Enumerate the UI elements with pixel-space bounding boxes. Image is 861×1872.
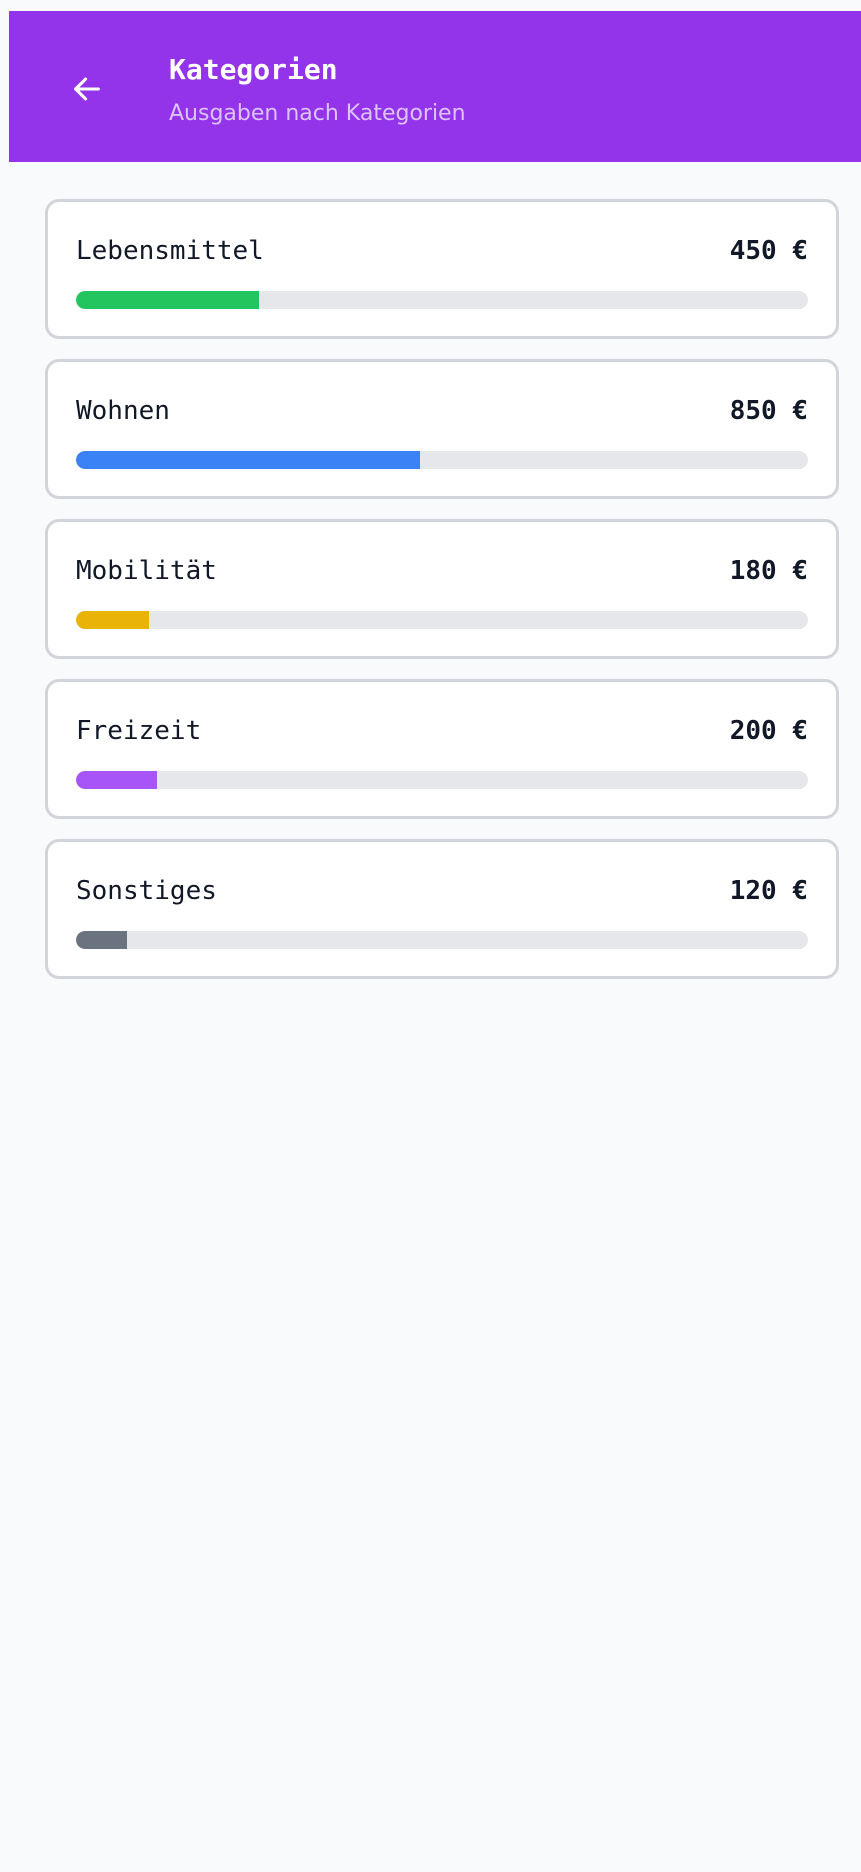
progress-fill [76,611,150,629]
category-name: Wohnen [76,396,170,426]
progress-fill [76,451,421,469]
category-amount: 850 € [729,396,808,426]
category-name: Mobilität [76,556,217,586]
page-subtitle: Ausgaben nach Kategorien [169,101,466,126]
progress-track [76,611,808,629]
category-name: Freizeit [76,716,202,746]
progress-fill [76,931,128,949]
category-name: Sonstiges [76,876,217,906]
progress-track [76,771,808,789]
page-title: Kategorien [169,53,338,86]
category-amount: 120 € [729,876,808,906]
category-card-lebensmittel[interactable]: Lebensmittel 450 € [45,199,839,339]
progress-fill [76,291,259,309]
category-amount: 200 € [729,716,808,746]
category-amount: 180 € [729,556,808,586]
progress-track [76,931,808,949]
progress-track [76,451,808,469]
arrow-left-icon [74,77,100,101]
back-button[interactable] [67,69,107,109]
category-card-wohnen[interactable]: Wohnen 850 € [45,359,839,499]
category-list: Lebensmittel 450 € Wohnen 850 € Mobilitä… [45,199,839,999]
header-bar: Kategorien Ausgaben nach Kategorien [9,11,861,162]
category-card-freizeit[interactable]: Freizeit 200 € [45,679,839,819]
progress-fill [76,771,157,789]
category-card-mobilitaet[interactable]: Mobilität 180 € [45,519,839,659]
progress-track [76,291,808,309]
category-name: Lebensmittel [76,236,264,266]
category-card-sonstiges[interactable]: Sonstiges 120 € [45,839,839,979]
category-amount: 450 € [729,236,808,266]
app-screen: Kategorien Ausgaben nach Kategorien Lebe… [9,11,861,1872]
